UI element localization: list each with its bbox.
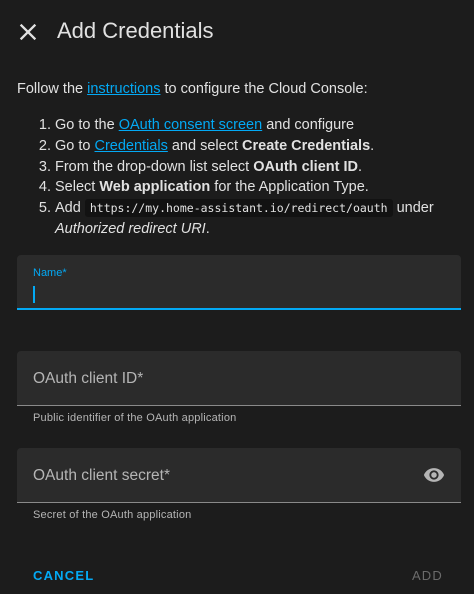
dialog-title: Add Credentials xyxy=(57,18,214,43)
close-button[interactable] xyxy=(14,18,42,46)
step-5: Add https://my.home-assistant.io/redirec… xyxy=(55,198,474,240)
step-4-before: Select xyxy=(55,179,100,196)
client-secret-field[interactable]: OAuth client secret* xyxy=(17,448,461,503)
oauth-consent-screen-link[interactable]: OAuth consent screen xyxy=(119,117,262,133)
step-1: Go to the OAuth consent screen and confi… xyxy=(55,115,474,136)
step-1-before: Go to the xyxy=(55,117,119,133)
credentials-link[interactable]: Credentials xyxy=(95,138,168,154)
cancel-button[interactable]: CANCEL xyxy=(33,568,94,583)
show-password-button[interactable] xyxy=(423,464,445,486)
step-4-after: for the Application Type. xyxy=(210,179,369,196)
step-2: Go to Credentials and select Create Cred… xyxy=(55,136,474,157)
step-4-bold: Web application xyxy=(99,179,211,196)
instructions-link[interactable]: instructions xyxy=(87,81,160,97)
intro-text: Follow the instructions to configure the… xyxy=(17,81,368,97)
step-3-before: From the drop-down list select xyxy=(55,158,254,175)
step-5-before: Add xyxy=(55,200,85,217)
step-2-after: . xyxy=(370,137,375,154)
steps-list: Go to the OAuth consent screen and confi… xyxy=(17,115,474,240)
step-2-before: Go to xyxy=(55,137,95,154)
step-3-bold: OAuth client ID xyxy=(253,158,358,175)
add-button[interactable]: ADD xyxy=(412,568,443,583)
step-4: Select Web application for the Applicati… xyxy=(55,177,474,198)
intro-after: to configure the Cloud Console: xyxy=(160,81,368,97)
dialog-header: Add Credentials xyxy=(0,0,474,64)
close-icon xyxy=(19,23,37,41)
client-secret-field-label: OAuth client secret* xyxy=(33,467,170,484)
client-id-helper: Public identifier of the OAuth applicati… xyxy=(33,412,237,424)
name-field-label: Name* xyxy=(33,267,67,279)
intro-before: Follow the xyxy=(17,81,88,97)
redirect-url-code: https://my.home-assistant.io/redirect/oa… xyxy=(84,199,393,218)
step-2-mid: and select xyxy=(167,137,243,154)
step-2-bold: Create Credentials xyxy=(242,137,371,154)
client-id-field[interactable]: OAuth client ID* xyxy=(17,351,461,406)
step-5-mid: under xyxy=(392,200,434,217)
step-3-after: . xyxy=(357,158,363,175)
step-3: From the drop-down list select OAuth cli… xyxy=(55,157,474,178)
eye-icon xyxy=(423,468,445,482)
text-cursor xyxy=(33,286,35,303)
name-field[interactable]: Name* xyxy=(17,255,461,310)
step-5-after: . xyxy=(205,220,210,237)
step-5-italic: Authorized redirect URI xyxy=(55,220,206,237)
client-id-field-label: OAuth client ID* xyxy=(33,370,144,387)
step-1-after: and configure xyxy=(262,117,355,133)
client-secret-helper: Secret of the OAuth application xyxy=(33,509,192,521)
